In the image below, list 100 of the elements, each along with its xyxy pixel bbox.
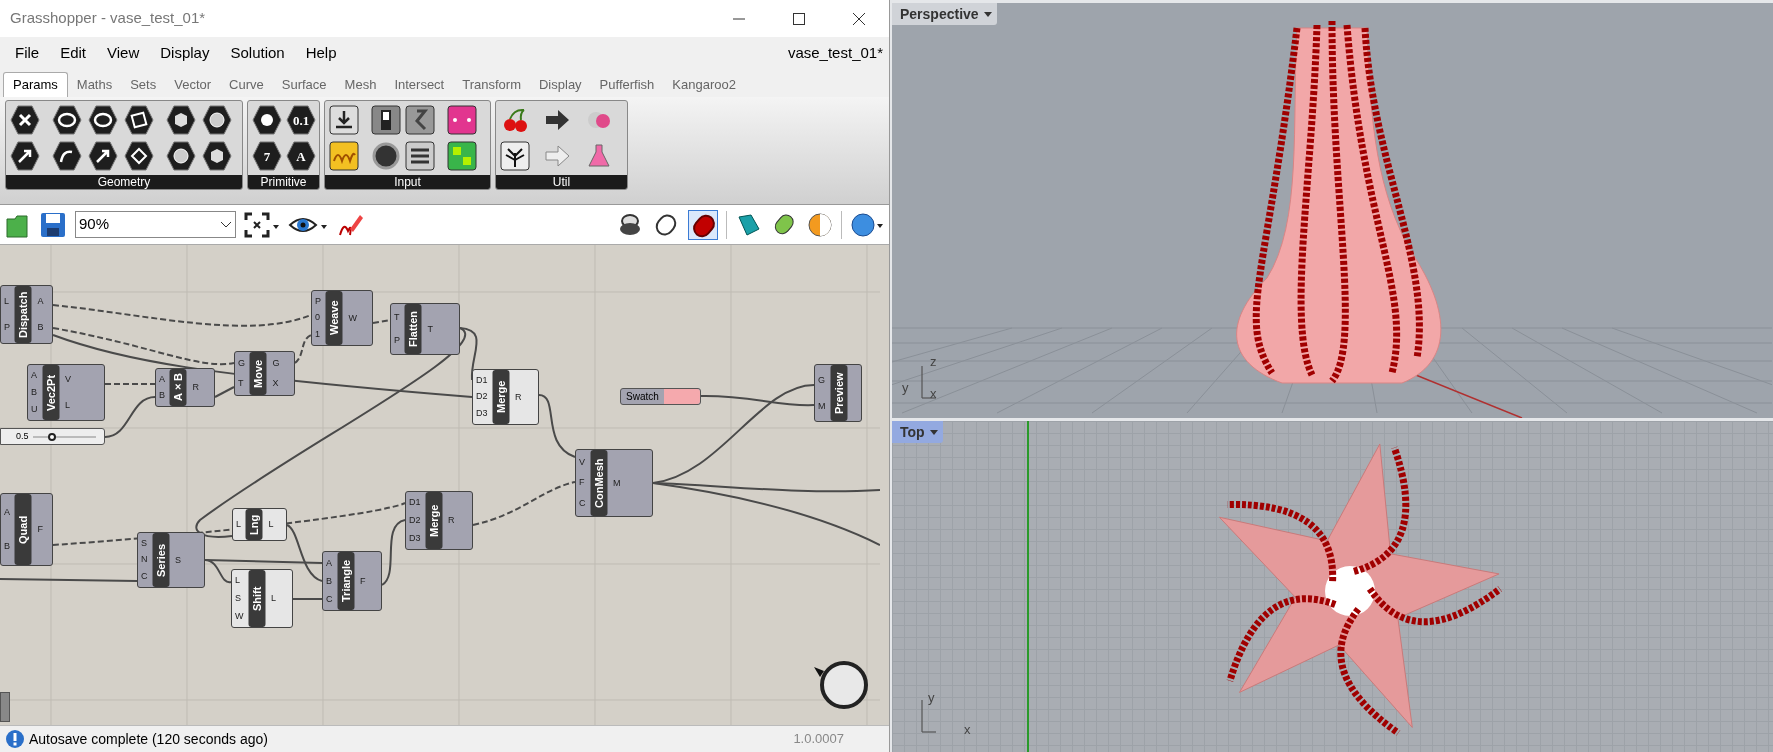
ribbon-tab[interactable]: Pufferfish bbox=[590, 72, 664, 97]
connection-wire bbox=[292, 598, 323, 600]
vase-drawing[interactable] bbox=[1236, 20, 1442, 384]
button-circle-icon[interactable] bbox=[371, 141, 401, 171]
ribbon-tab[interactable]: Intersect bbox=[385, 72, 454, 97]
version-label: 1.0.0007 bbox=[793, 730, 844, 749]
plane-icon[interactable] bbox=[124, 105, 154, 135]
tree-icon[interactable] bbox=[500, 141, 530, 171]
ribbon-tab[interactable]: Params bbox=[3, 72, 68, 97]
component-name: Lng bbox=[246, 509, 263, 540]
port-label: L bbox=[235, 576, 241, 586]
port-label: R bbox=[192, 383, 199, 392]
component-name: Merge bbox=[492, 370, 509, 424]
port-label: D3 bbox=[476, 409, 488, 419]
port-label: P bbox=[315, 296, 321, 306]
axis-label: x bbox=[930, 387, 937, 400]
ribbon-tab[interactable]: Curve bbox=[220, 72, 273, 97]
port-label: C bbox=[579, 499, 586, 509]
zoom-extents-icon[interactable] bbox=[244, 211, 280, 238]
swatch-label: Swatch bbox=[625, 391, 660, 402]
connection-wire bbox=[538, 394, 576, 458]
slider-icon[interactable] bbox=[405, 105, 435, 135]
menu-item[interactable]: Display bbox=[160, 42, 210, 65]
port-label: F bbox=[579, 478, 586, 488]
axis-label: y bbox=[902, 381, 909, 394]
port-label: B bbox=[326, 576, 333, 586]
color-swatch[interactable]: Swatch bbox=[620, 388, 701, 405]
number-slider[interactable]: 0.5 bbox=[0, 428, 105, 445]
ribbon-tab[interactable]: Vector bbox=[165, 72, 221, 97]
port-label: W bbox=[235, 611, 244, 621]
menu-item[interactable]: Solution bbox=[230, 42, 285, 65]
dropdown-caret-icon[interactable] bbox=[982, 9, 993, 19]
toggle-icon[interactable] bbox=[371, 105, 401, 135]
component-name: Preview bbox=[830, 365, 847, 421]
component-node[interactable]: A B Quad F bbox=[0, 493, 53, 566]
ribbon-tab[interactable]: Display bbox=[530, 72, 591, 97]
download-icon[interactable] bbox=[329, 105, 359, 135]
port-label: L bbox=[65, 400, 71, 410]
slider-handle[interactable] bbox=[47, 432, 56, 441]
menu-item[interactable]: Edit bbox=[60, 42, 87, 65]
number-icon[interactable]: 0.1 bbox=[286, 105, 316, 135]
delete-icon[interactable] bbox=[10, 105, 40, 135]
save-icon[interactable] bbox=[39, 210, 67, 239]
ribbon-group-label[interactable]: Util bbox=[552, 176, 571, 188]
port-label: S bbox=[235, 594, 242, 603]
wave-graph-icon[interactable] bbox=[329, 141, 359, 171]
component-node[interactable]: L Lng L bbox=[232, 508, 287, 541]
port-label: B bbox=[31, 388, 38, 397]
dropdown-caret-icon[interactable] bbox=[928, 427, 939, 437]
diamond-icon[interactable] bbox=[124, 141, 154, 171]
port-label: C bbox=[141, 572, 148, 582]
ribbon-tab[interactable]: Surface bbox=[272, 72, 336, 97]
port-label: D1 bbox=[476, 375, 488, 385]
arrow-icon[interactable] bbox=[10, 141, 40, 171]
ribbon-tab[interactable]: Kangaroo2 bbox=[663, 72, 745, 97]
curve-icon[interactable] bbox=[52, 141, 82, 171]
checker-icon[interactable] bbox=[447, 141, 477, 171]
viewport[interactable]: Perspective z y x bbox=[892, 3, 1773, 418]
viewport-tab[interactable]: Perspective bbox=[892, 3, 997, 25]
port-label: R bbox=[448, 516, 455, 525]
port-label: A bbox=[159, 374, 165, 384]
ribbon-group-label[interactable]: Input bbox=[394, 176, 421, 188]
line-icon[interactable] bbox=[88, 141, 118, 171]
menu-item[interactable]: Help bbox=[305, 42, 337, 65]
port-label: A bbox=[4, 508, 10, 518]
axis-label: z bbox=[930, 355, 937, 368]
ribbon-tab[interactable]: Mesh bbox=[335, 72, 386, 97]
viewport-title: Top bbox=[900, 422, 925, 442]
menu-item[interactable]: View bbox=[107, 42, 140, 65]
material-ball-icon[interactable] bbox=[807, 211, 833, 238]
sphere-icon[interactable] bbox=[850, 211, 884, 238]
maximize-icon[interactable] bbox=[792, 11, 806, 26]
integer-icon[interactable]: 7 bbox=[252, 141, 282, 171]
port-label: W bbox=[348, 313, 357, 323]
port-label: T bbox=[427, 324, 433, 334]
preview-selected-icon[interactable] bbox=[688, 209, 718, 240]
star-vase-drawing[interactable] bbox=[1218, 443, 1502, 736]
port-label: B bbox=[159, 391, 165, 401]
viewport-tab[interactable]: Top bbox=[892, 421, 943, 443]
node-canvas[interactable] bbox=[0, 245, 889, 725]
port-label: V bbox=[579, 457, 586, 467]
component-node[interactable]: L S W Shift L bbox=[231, 569, 293, 628]
port-label: D2 bbox=[409, 516, 421, 525]
scrollbar[interactable] bbox=[0, 692, 10, 722]
rings-icon[interactable] bbox=[88, 105, 118, 135]
ribbon-tab[interactable]: Maths bbox=[67, 72, 122, 97]
viewport[interactable]: Top y x bbox=[892, 421, 1773, 752]
ribbon-group-label[interactable]: Geometry bbox=[97, 176, 151, 188]
menu-item[interactable]: File bbox=[15, 42, 40, 65]
text-icon[interactable]: A bbox=[286, 141, 316, 171]
port-label: L bbox=[271, 594, 276, 603]
port-label: A bbox=[37, 296, 44, 306]
zoom-dropdown[interactable]: 90% bbox=[75, 211, 236, 238]
list-icon[interactable] bbox=[405, 141, 435, 171]
chevron-down-icon[interactable] bbox=[220, 220, 232, 229]
gradient-icon[interactable] bbox=[447, 105, 477, 135]
close-icon[interactable] bbox=[852, 11, 866, 26]
component-name: Vec2Pt bbox=[42, 365, 59, 420]
ribbon-tab[interactable]: Sets bbox=[121, 72, 166, 97]
ribbon-tab[interactable]: Transform bbox=[453, 72, 530, 97]
